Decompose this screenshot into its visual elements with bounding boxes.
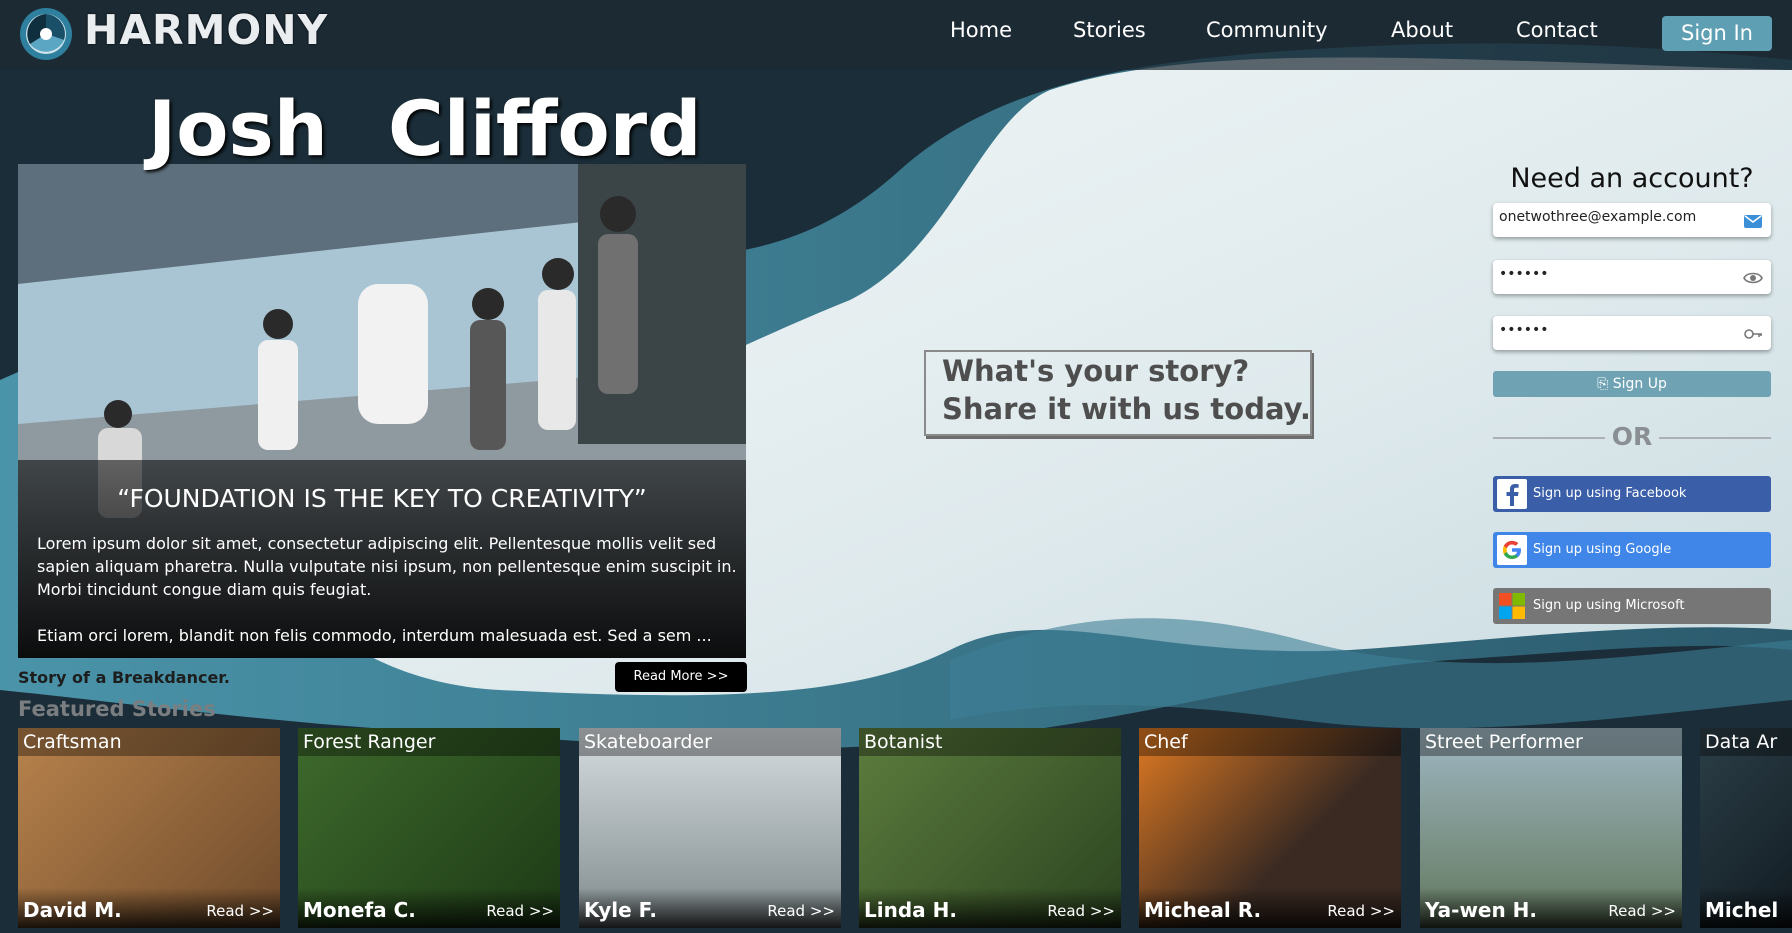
story-card-role: Data Ar (1700, 728, 1792, 756)
microsoft-signup-label: Sign up using Microsoft (1533, 598, 1685, 613)
top-nav-bar: HARMONY Home Stories Community About Con… (0, 0, 1792, 70)
microsoft-signup-button[interactable]: Sign up using Microsoft (1493, 588, 1771, 624)
google-icon (1497, 535, 1527, 565)
story-card-name: Linda H. (864, 898, 957, 922)
key-icon (1744, 329, 1762, 339)
story-card-read-link[interactable]: Read >> (206, 902, 274, 920)
email-field[interactable]: onetwothree@example.com (1493, 203, 1771, 237)
story-card-read-link[interactable]: Read >> (1608, 902, 1676, 920)
read-more-button[interactable]: Read More >> (615, 662, 747, 692)
or-divider-left (1493, 437, 1605, 439)
story-card-name: David M. (23, 898, 122, 922)
story-card[interactable]: Forest Ranger Monefa C. Read >> (298, 728, 560, 928)
story-card-name: Kyle F. (584, 898, 657, 922)
hero-paragraph-1: Lorem ipsum dolor sit amet, consectetur … (37, 534, 737, 599)
tagline-box: What's your story? Share it with us toda… (924, 350, 1312, 436)
hero-first-name: Josh (148, 84, 328, 173)
tagline-line-1: What's your story? (942, 354, 1250, 388)
story-card-role: Craftsman (18, 728, 280, 756)
microsoft-icon (1499, 593, 1525, 619)
sign-in-button[interactable]: Sign In (1662, 16, 1772, 51)
story-card-name: Michel (1705, 898, 1779, 922)
hero-subtitle: Story of a Breakdancer. (18, 668, 230, 687)
nav-contact[interactable]: Contact (1516, 18, 1598, 42)
story-card[interactable]: Skateboarder Kyle F. Read >> (579, 728, 841, 928)
facebook-icon (1497, 479, 1527, 509)
featured-stories-title: Featured Stories (18, 697, 216, 721)
password-field[interactable]: •••••• (1493, 260, 1771, 294)
nav-home[interactable]: Home (950, 18, 1012, 42)
sign-up-button[interactable]: ⎘ Sign Up (1493, 371, 1771, 397)
confirm-password-field[interactable]: •••••• (1493, 316, 1771, 350)
story-card-role: Forest Ranger (298, 728, 560, 756)
story-card-role: Botanist (859, 728, 1121, 756)
brand-name[interactable]: HARMONY (84, 6, 328, 54)
envelope-icon (1744, 215, 1762, 228)
google-signup-button[interactable]: Sign up using Google (1493, 532, 1771, 568)
story-card[interactable]: Craftsman David M. Read >> (18, 728, 280, 928)
nav-community[interactable]: Community (1206, 18, 1328, 42)
hero-paragraph-2: Etiam orci lorem, blandit non felis comm… (37, 626, 712, 645)
email-value: onetwothree@example.com (1499, 209, 1697, 225)
story-card-name: Ya-wen H. (1425, 898, 1538, 922)
nav-about[interactable]: About (1391, 18, 1453, 42)
google-signup-label: Sign up using Google (1533, 542, 1672, 557)
story-card[interactable]: Chef Micheal R. Read >> (1139, 728, 1401, 928)
story-card-read-link[interactable]: Read >> (1327, 902, 1395, 920)
story-card-role: Chef (1139, 728, 1401, 756)
tagline-line-2: Share it with us today. (942, 392, 1311, 426)
confirm-password-value: •••••• (1499, 322, 1549, 338)
story-card[interactable]: Street Performer Ya-wen H. Read >> (1420, 728, 1682, 928)
eye-icon[interactable] (1743, 268, 1763, 288)
story-card-name: Micheal R. (1144, 898, 1262, 922)
facebook-signup-button[interactable]: Sign up using Facebook (1493, 476, 1771, 512)
story-card-role: Skateboarder (579, 728, 841, 756)
story-card-role: Street Performer (1420, 728, 1682, 756)
or-divider-right (1659, 437, 1771, 439)
story-card[interactable]: Data Ar Michel (1700, 728, 1792, 928)
story-card-read-link[interactable]: Read >> (486, 902, 554, 920)
nav-stories[interactable]: Stories (1073, 18, 1146, 42)
hero-quote: “FOUNDATION IS THE KEY TO CREATIVITY” (117, 484, 647, 513)
password-value: •••••• (1499, 266, 1549, 282)
story-card[interactable]: Botanist Linda H. Read >> (859, 728, 1121, 928)
story-card-read-link[interactable]: Read >> (767, 902, 835, 920)
hero-last-name: Clifford (388, 84, 702, 173)
signup-icon: ⎘ (1597, 376, 1609, 392)
sign-up-label: Sign Up (1612, 376, 1667, 392)
hero-caption: “FOUNDATION IS THE KEY TO CREATIVITY” Lo… (18, 460, 746, 658)
signup-heading: Need an account? (1510, 163, 1754, 194)
story-card-name: Monefa C. (303, 898, 416, 922)
harmony-logo-icon[interactable] (18, 6, 74, 62)
or-label: OR (1611, 422, 1653, 451)
facebook-signup-label: Sign up using Facebook (1533, 486, 1687, 501)
story-card-read-link[interactable]: Read >> (1047, 902, 1115, 920)
